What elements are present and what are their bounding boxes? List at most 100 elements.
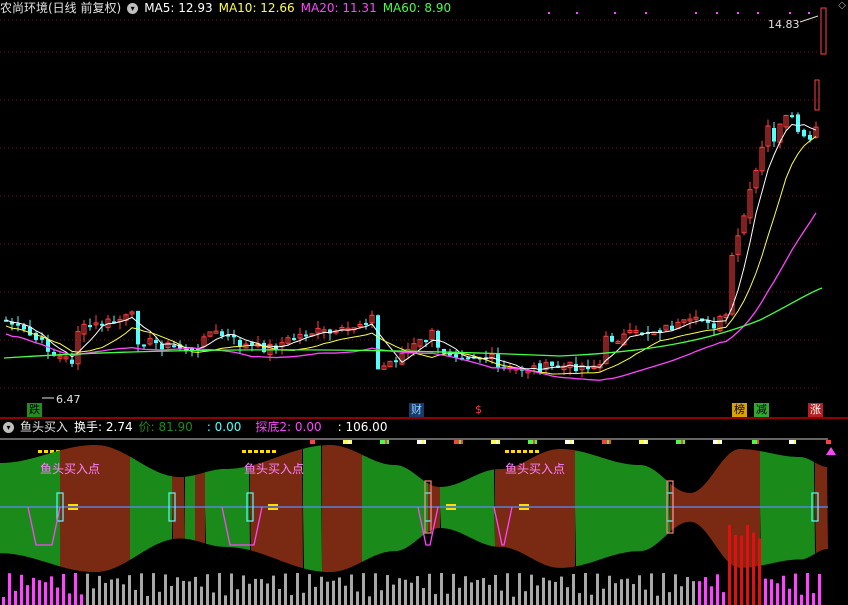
volume-bar: [80, 594, 83, 605]
volume-bar: [128, 575, 131, 605]
volume-bar: [818, 574, 821, 605]
candle-body: [820, 7, 827, 55]
volume-bar: [86, 573, 89, 605]
volume-bar: [158, 591, 161, 605]
candle-body: [136, 310, 140, 345]
event-tag-rise[interactable]: 涨: [808, 403, 823, 417]
indicator-band: [322, 445, 362, 573]
volume-bar: [176, 577, 179, 605]
candle-body: [142, 344, 146, 347]
volume-bar: [488, 584, 491, 605]
yellow-dash: [535, 450, 539, 453]
tandi-value: 探底2: 0.00: [255, 420, 322, 434]
stock-chart-window: 农尚环境(日线 前复权) ▾ MA5: 12.93 MA10: 12.66 MA20: …: [0, 0, 848, 605]
candle-body: [424, 340, 428, 343]
volume-bar: [170, 586, 173, 605]
candle-body: [238, 340, 242, 347]
yellow-dash: [254, 450, 258, 453]
volume-bar: [422, 588, 425, 605]
volume-bar: [794, 573, 797, 605]
volume-bar: [812, 593, 815, 605]
volume-bar: [806, 573, 809, 605]
volume-bar: [410, 582, 413, 605]
yellow-dash: [38, 450, 42, 453]
candle-body: [538, 363, 542, 373]
volume-bar: [296, 573, 299, 605]
volume-bar: [644, 589, 647, 605]
indicator-band: [172, 476, 185, 540]
volume-bar: [548, 580, 551, 605]
signal-dot: [614, 12, 616, 14]
volume-bar: [224, 595, 227, 605]
volume-bar: [470, 582, 473, 605]
candle-body: [220, 331, 224, 337]
volume-bar: [464, 576, 467, 605]
volume-bar: [602, 588, 605, 605]
volume-bar: [32, 577, 35, 605]
jia-value: 价: 81.90: [138, 420, 193, 434]
volume-bar: [638, 575, 641, 605]
volume-bar: [68, 593, 71, 605]
event-tag-rank[interactable]: 榜: [732, 403, 747, 417]
candle-body: [328, 329, 332, 334]
signal-chip: [789, 440, 794, 444]
signal-chip: [491, 440, 496, 444]
volume-bar: [164, 574, 167, 605]
volume-bar: [308, 574, 311, 605]
signal-dot: [808, 12, 810, 14]
volume-bar: [272, 575, 275, 605]
signal-dot: [757, 12, 759, 14]
signal-chip: [602, 440, 607, 444]
volume-bar: [752, 532, 755, 605]
signal-dot: [737, 12, 739, 14]
signal-chip: [454, 440, 459, 444]
volume-bar: [62, 573, 65, 605]
event-tag-finance[interactable]: 财: [409, 403, 424, 417]
ma10-line: [5, 136, 817, 375]
yellow-dash: [272, 450, 276, 453]
volume-bar: [248, 583, 251, 605]
volume-bar: [404, 579, 407, 605]
turnover-value: 换手: 2.74: [74, 420, 133, 434]
candle-body: [772, 127, 776, 142]
volume-bar: [98, 575, 101, 605]
volume-bar: [716, 574, 719, 605]
yellow-dash: [505, 450, 509, 453]
volume-bar: [476, 579, 479, 605]
volume-bar: [428, 573, 431, 605]
volume-bar: [182, 580, 185, 605]
event-tag-fall[interactable]: 跌: [27, 403, 42, 417]
yellow-dash: [529, 450, 533, 453]
volume-bar: [458, 587, 461, 605]
signal-chip: [676, 440, 681, 444]
candle-body: [364, 322, 368, 325]
indicator-chart[interactable]: [0, 435, 848, 605]
volume-bar: [590, 594, 593, 605]
volume-bar: [266, 583, 269, 605]
volume-bar: [230, 573, 233, 605]
volume-bar: [50, 576, 53, 605]
yellow-dash: [242, 450, 246, 453]
buy-point-label: 鱼头买入点: [244, 462, 305, 476]
candle-body: [670, 325, 674, 331]
indicator-band: [185, 475, 195, 541]
price-chart[interactable]: [0, 0, 848, 420]
candle-body: [610, 335, 614, 342]
indicator-band: [205, 466, 250, 551]
arrow-marker: [446, 504, 456, 506]
candle-body: [70, 359, 74, 364]
event-tag-reduce[interactable]: 减: [754, 403, 769, 417]
volume-bar: [494, 574, 497, 605]
indicator-dropdown-icon[interactable]: ▾: [3, 422, 14, 433]
volume-bar: [302, 592, 305, 605]
indicator-band: [575, 450, 670, 567]
event-tag-dollar[interactable]: $: [473, 403, 484, 417]
arrow-marker: [519, 504, 529, 506]
signal-dot: [548, 12, 550, 14]
volume-bar: [14, 590, 17, 605]
volume-bar: [200, 586, 203, 605]
volume-bar: [188, 581, 191, 605]
volume-bar: [776, 583, 779, 605]
volume-bar: [338, 577, 341, 605]
indicator-band: [760, 451, 815, 566]
